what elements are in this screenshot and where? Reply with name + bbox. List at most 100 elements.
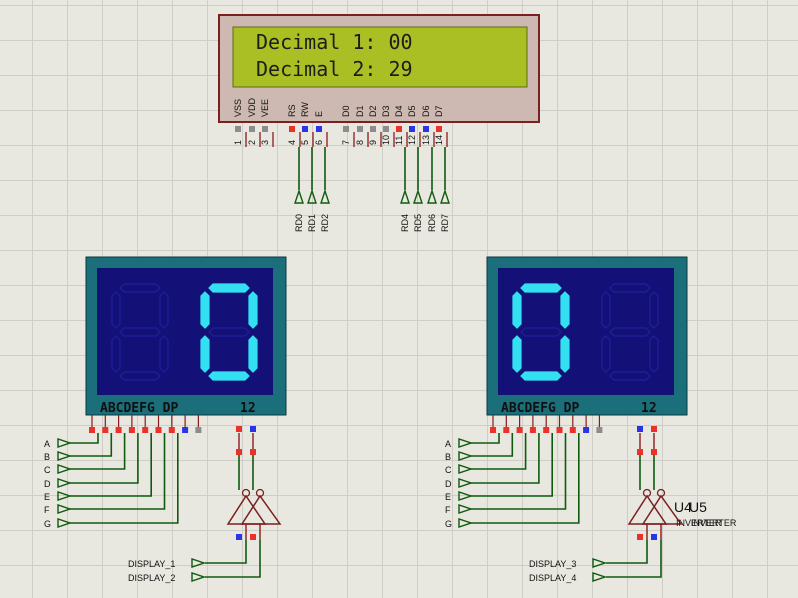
lcd-terminal-label[interactable]: RD2 [320, 214, 330, 232]
segment-wire [70, 433, 166, 510]
lcd-pin-marker [316, 126, 322, 132]
lcd-terminal-label[interactable]: RD7 [440, 214, 450, 232]
segment-input-arrow [458, 478, 474, 488]
segment-input-arrow [57, 438, 73, 448]
lcd-pin-marker [302, 126, 308, 132]
lcd-pin-number: 13 [421, 135, 431, 145]
display-pin-marker [596, 427, 603, 433]
segment-c [248, 335, 258, 373]
segment-input-label[interactable]: C [445, 465, 452, 475]
lcd-pin-marker [409, 126, 415, 132]
segment-input-arrow [57, 491, 73, 501]
segment-input-label[interactable]: C [44, 465, 51, 475]
segment-input-label[interactable]: G [44, 519, 51, 529]
lcd-pin-number: 12 [407, 135, 417, 145]
lcd-terminal-label[interactable]: RD5 [413, 214, 423, 232]
display-left-segment-wiring: ABCDEFG [44, 415, 202, 529]
display-pin-marker [583, 427, 590, 433]
terminal-display-4: DISPLAY_4 [529, 573, 576, 583]
lcd-pin-name: D0 [341, 105, 351, 117]
display-pin-marker [128, 427, 135, 433]
segment-f [200, 291, 210, 329]
segment-input-label[interactable]: A [44, 439, 50, 449]
segment-input-arrow [458, 451, 474, 461]
segment-input-label[interactable]: F [44, 505, 50, 515]
lcd-pin-name: D1 [355, 105, 365, 117]
segment-input-label[interactable]: G [445, 519, 452, 529]
lcd-pin-number: 9 [368, 140, 378, 145]
lcd-terminals: RD0 RD1 RD2 RD4 RD5 RD6 RD7 [294, 188, 450, 232]
display-left-pin-label: ABCDEFG DP [100, 401, 178, 416]
lcd-pin-name: E [314, 111, 324, 117]
display-right[interactable]: ABCDEFG DP 12 [486, 256, 688, 416]
segment-input-label[interactable]: A [445, 439, 451, 449]
lcd-terminal-label[interactable]: RD1 [307, 214, 317, 232]
segment-input-label[interactable]: B [44, 452, 50, 462]
inverters-right[interactable]: U4 U5 INVERTER INVERTER [606, 426, 737, 578]
segment-input-arrow [458, 438, 474, 448]
segment-wire [471, 433, 567, 510]
control-terminals-left[interactable]: DISPLAY_1 DISPLAY_2 [128, 558, 207, 583]
segment-input-arrow [57, 451, 73, 461]
segment-input-arrow [458, 464, 474, 474]
lcd-pin-name: D2 [368, 105, 378, 117]
segment-input-label[interactable]: B [445, 452, 451, 462]
lcd-pin-number: 4 [287, 140, 297, 145]
lcd-pin-name: D3 [381, 105, 391, 117]
segment-input-label[interactable]: F [445, 505, 451, 515]
lcd-pin-name: VEE [260, 99, 270, 117]
lcd-pin-number: 11 [394, 136, 404, 145]
lcd-terminal-arrow [427, 188, 437, 204]
lcd-pin-marker [423, 126, 429, 132]
lcd-pin-name: D5 [407, 105, 417, 117]
display-pin-marker [155, 427, 162, 433]
segment-input-label[interactable]: E [44, 492, 50, 502]
lcd-terminal-label[interactable]: RD0 [294, 214, 304, 232]
lcd-terminal-label[interactable]: RD6 [427, 214, 437, 232]
display-left-common-label: 12 [240, 401, 256, 416]
segment-input-arrow [458, 504, 474, 514]
lcd-pin-number: 7 [341, 140, 351, 145]
segment-b [560, 291, 570, 329]
segment-a [208, 283, 250, 293]
display-right-pin-label: ABCDEFG DP [501, 401, 579, 416]
segment-input-label[interactable]: E [445, 492, 451, 502]
segment-f [512, 291, 522, 329]
display-left[interactable]: ABCDEFG DP 12 [85, 256, 287, 416]
inverters-left[interactable] [205, 426, 282, 578]
lcd-pin-number: 5 [300, 140, 310, 145]
display-pin-marker [516, 427, 523, 433]
segment-b [248, 291, 258, 329]
display-pin-marker [115, 427, 122, 433]
lcd-pin-marker [436, 126, 442, 132]
lcd-terminal-arrow [400, 188, 410, 204]
display-pin-marker [182, 427, 189, 433]
inverter-left-b [240, 494, 282, 525]
display-pin-marker [556, 427, 563, 433]
segment-wire [471, 433, 540, 484]
lcd-pin-marker [357, 126, 363, 132]
display-pin-marker [543, 427, 550, 433]
segment-wire [70, 433, 113, 457]
segment-d [208, 371, 250, 381]
inverter-right-a [627, 494, 668, 525]
segment-input-arrow [57, 464, 73, 474]
lcd-pin-name: VSS [233, 99, 243, 117]
lcd-terminal-label[interactable]: RD4 [400, 214, 410, 232]
lcd-terminal-arrow [413, 188, 423, 204]
segment-e [200, 335, 210, 373]
segment-input-arrow [57, 478, 73, 488]
control-terminals-right[interactable]: DISPLAY_3 DISPLAY_4 [529, 558, 608, 583]
segment-input-label[interactable]: D [44, 479, 51, 489]
segment-input-label[interactable]: D [445, 479, 452, 489]
inverter-ref-u5: U5 [689, 499, 707, 515]
lcd-pin-number: 10 [381, 135, 391, 145]
segment-wire [70, 433, 99, 444]
segment-e [512, 335, 522, 373]
segment-d [520, 371, 562, 381]
segment-input-arrow [57, 518, 73, 528]
segment-wire [70, 433, 139, 484]
lcd-module[interactable]: Decimal 1: 00 Decimal 2: 29 VSS 1 VDD 2 VEE 3… [218, 14, 540, 147]
segment-input-arrow [458, 491, 474, 501]
lcd-pin-number: 14 [434, 135, 444, 145]
